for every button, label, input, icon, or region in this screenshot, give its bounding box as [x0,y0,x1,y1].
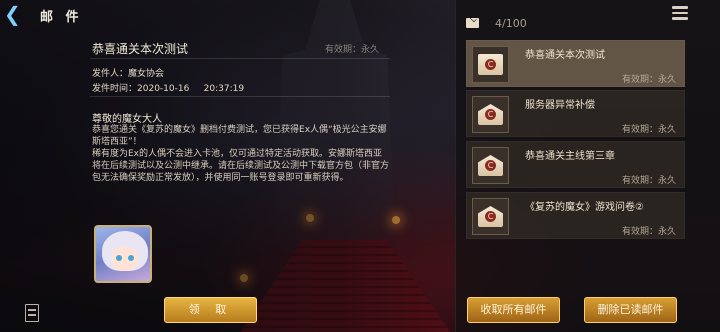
mail-item-title: 恭喜通关本次测试 [525,50,605,61]
notes-icon[interactable] [25,304,39,322]
page-title: 邮 件 [40,10,83,25]
send-time: 20:37:19 [203,84,245,94]
mail-item-title: 恭喜通关主线第三章 [525,151,615,162]
envelope-icon: C [472,46,509,83]
sender-row: 发件人：魔女协会 [92,66,164,79]
mail-item-title: 《复苏的魔女》游戏问卷② [525,202,644,213]
mail-body: 恭喜您通关《复苏的魔女》删档付费测试，您已获得Ex人偶“极光公主安娜斯塔西亚”！… [92,125,390,183]
mail-item-validity: 有效期：永久 [621,125,676,135]
claim-all-button[interactable]: 收取所有邮件 [467,297,560,323]
mail-greeting: 尊敬的魔女大人 [92,114,162,125]
back-arrow-icon[interactable]: ❮ [4,4,24,24]
envelope-open-icon: C [472,147,509,184]
mail-list-item[interactable]: C 恭喜通关主线第三章 有效期：永久 [466,141,685,188]
menu-icon[interactable] [672,6,688,20]
send-date: 2020-10-16 [137,84,190,94]
mail-count: 4/100 [495,17,527,30]
mail-item-validity: 有效期：永久 [621,227,676,237]
envelope-open-icon: C [472,96,509,133]
envelope-open-icon: C [472,198,509,235]
mail-count-icon [466,18,479,28]
reward-character-icon[interactable] [94,225,152,283]
mail-item-validity: 有效期：永久 [621,75,676,85]
sender-label: 发件人： [92,69,129,79]
portrait-eye [128,255,134,261]
send-time-row: 发件时间：2020-10-16 20:37:19 [92,81,244,94]
portrait-eye [116,255,122,261]
mail-validity: 有效期：永久 [325,45,380,55]
delete-read-button[interactable]: 删除已读邮件 [584,297,677,323]
send-time-label: 发件时间： [92,84,138,94]
divider [90,58,390,59]
sender-name: 魔女协会 [128,69,165,79]
mail-list-item[interactable]: C 恭喜通关本次测试 有效期：永久 [466,40,685,87]
mail-subject: 恭喜通关本次测试 [92,42,189,56]
claim-button[interactable]: 领 取 [164,297,257,323]
mail-item-title: 服务器异常补偿 [525,100,595,111]
divider [90,96,390,97]
mail-list-item[interactable]: C 服务器异常补偿 有效期：永久 [466,90,685,137]
mail-item-validity: 有效期：永久 [621,176,676,186]
mail-list-item[interactable]: C 《复苏的魔女》游戏问卷② 有效期：永久 [466,192,685,239]
